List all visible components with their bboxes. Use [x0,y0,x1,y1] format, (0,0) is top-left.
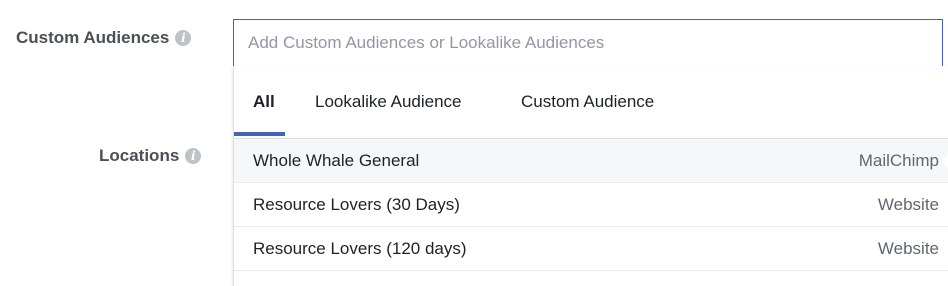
tab-all-label: All [253,92,275,111]
audience-source: Website [877,239,939,258]
tab-lookalike-audience[interactable]: Lookalike Audience [315,92,462,112]
locations-label-text: Locations [99,146,180,165]
audience-name: Whole Whale General [253,151,420,170]
tab-custom-audience[interactable]: Custom Audience [521,92,654,112]
audience-name: Resource Lovers (30 Days) [253,195,460,214]
tooltip-pointer [942,152,948,170]
audience-source: Website [877,195,939,214]
tab-custom-label: Custom Audience [521,92,655,111]
audience-list-item[interactable]: Whole Whale General MailChimp [234,139,948,183]
info-icon[interactable]: i [185,148,202,164]
tab-all[interactable]: All [253,92,275,112]
audience-list-item[interactable]: Resource Lovers (30 Days) Website [234,183,948,227]
audience-list-item[interactable]: Resource Lovers (120 days) Website [234,227,948,271]
locations-label: Locations i [99,146,202,166]
audience-dropdown: All Lookalike Audience Custom Audience W… [233,66,948,286]
audience-list: Whole Whale General MailChimp Resource L… [234,139,948,271]
info-icon[interactable]: i [175,30,192,46]
tab-lookalike-label: Lookalike Audience [315,92,462,111]
custom-audiences-label-text: Custom Audiences [16,28,170,47]
active-tab-underline [234,132,285,136]
audience-tabs: All Lookalike Audience Custom Audience [234,66,948,139]
audience-name: Resource Lovers (120 days) [253,239,467,258]
audience-source: MailChimp [858,151,939,170]
custom-audiences-search-input[interactable] [233,19,943,67]
custom-audiences-label: Custom Audiences i [16,28,192,48]
